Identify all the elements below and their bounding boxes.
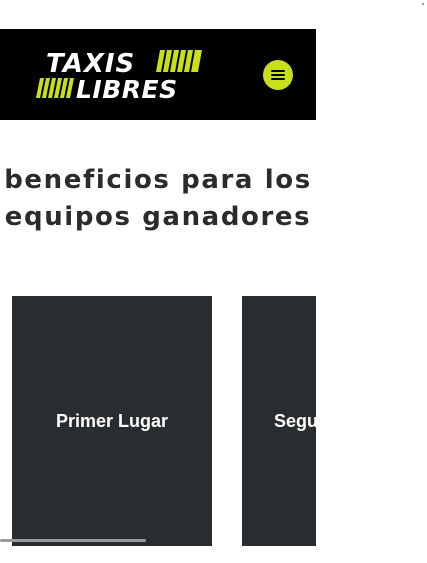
heading-line-1: beneficios para los <box>4 165 312 195</box>
page-viewport: TAXIS LIBRES beneficios para los equipos… <box>0 0 316 563</box>
section-heading: beneficios para los equipos ganadores <box>0 162 316 236</box>
site-header: TAXIS LIBRES <box>0 29 316 120</box>
hamburger-menu-button[interactable] <box>263 60 293 90</box>
card-label: Primer Lugar <box>55 410 169 431</box>
hamburger-menu-icon <box>271 70 285 72</box>
logo-text-bottom: LIBRES <box>76 75 178 104</box>
hamburger-menu-icon-bar <box>271 78 285 80</box>
taxis-libres-logo[interactable]: TAXIS LIBRES <box>36 48 204 104</box>
card-primer-lugar[interactable]: Primer Lugar <box>12 296 212 546</box>
card-segundo-lugar[interactable]: Segu <box>242 296 316 546</box>
card-label: Segu <box>274 410 316 431</box>
decorative-dot <box>422 3 424 5</box>
heading-line-2: equipos ganadores <box>4 202 312 232</box>
carousel-scrollbar[interactable] <box>0 539 146 542</box>
hamburger-menu-icon-bar <box>271 74 285 76</box>
